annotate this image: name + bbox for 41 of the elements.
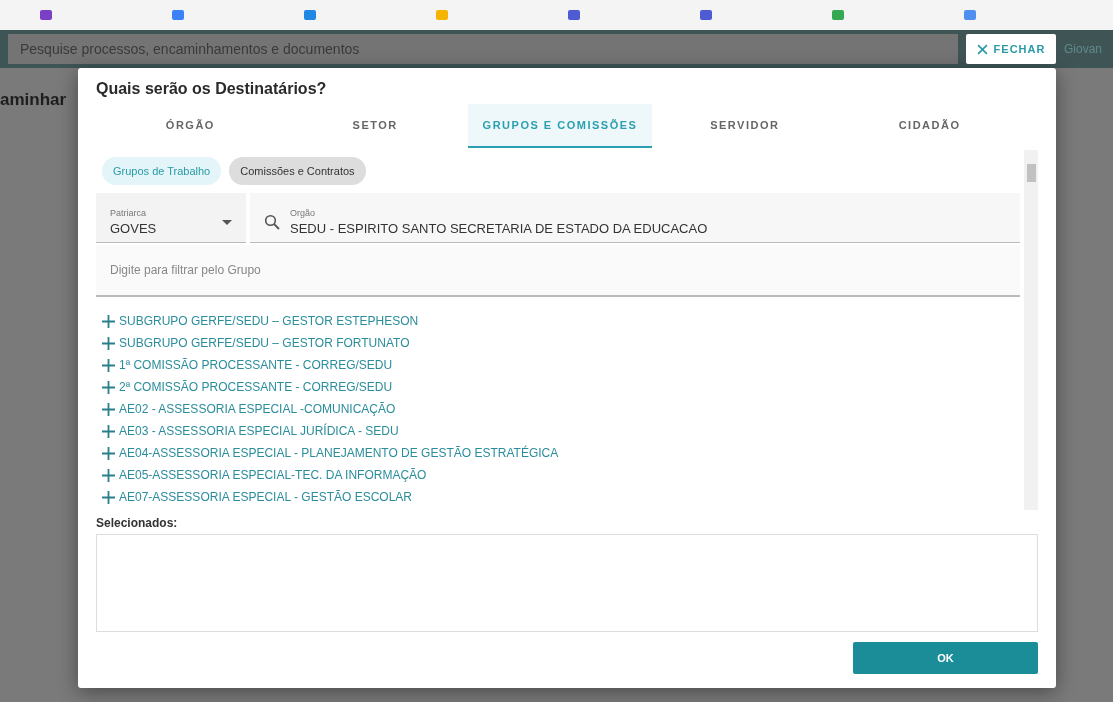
bookmark-icon[interactable] bbox=[304, 10, 316, 20]
plus-icon bbox=[102, 402, 115, 416]
plus-icon bbox=[102, 490, 115, 504]
group-item[interactable]: SUBGRUPO GERFE/SEDU – GESTOR FORTUNATO bbox=[102, 332, 1020, 354]
group-item[interactable]: AE04-ASSESSORIA ESPECIAL - PLANEJAMENTO DE GESTÃO ESTRATÉGICA bbox=[102, 442, 1020, 464]
group-item[interactable]: AE03 - ASSESSORIA ESPECIAL JURÍDICA - SEDU bbox=[102, 420, 1020, 442]
group-item[interactable]: SUBGRUPO GERFE/SEDU – GESTOR ESTEPHESON bbox=[102, 310, 1020, 332]
scrollbar[interactable] bbox=[1024, 150, 1038, 510]
search-icon bbox=[264, 214, 280, 230]
caret-icon bbox=[222, 219, 232, 225]
group-item[interactable]: 1ª COMISSÃO PROCESSANTE - CORREG/SEDU bbox=[102, 354, 1020, 376]
group-item[interactable]: AE05-ASSESSORIA ESPECIAL-TEC. DA INFORMAÇÃO bbox=[102, 464, 1020, 486]
filter-field[interactable]: Digite para filtrar pelo Grupo bbox=[96, 245, 1020, 297]
plus-icon bbox=[102, 336, 115, 350]
group-item[interactable]: 2ª COMISSÃO PROCESSANTE - CORREG/SEDU bbox=[102, 376, 1020, 398]
plus-icon bbox=[102, 380, 115, 394]
plus-icon bbox=[102, 446, 115, 460]
bookmark-icon[interactable] bbox=[40, 10, 52, 20]
plus-icon bbox=[102, 424, 115, 438]
bookmark-icon[interactable] bbox=[700, 10, 712, 20]
search-field[interactable]: Pesquise processos, encaminhamentos e documentos bbox=[8, 34, 958, 64]
dialog-title: Quais serão os Destinatários? bbox=[96, 80, 328, 98]
group-item[interactable]: AE07-ASSESSORIA ESPECIAL - GESTÃO ESCOLAR bbox=[102, 486, 1020, 508]
page-title: aminhar bbox=[0, 90, 68, 110]
ok-button[interactable]: OK bbox=[853, 642, 1038, 674]
selected-label: Selecionados: bbox=[96, 516, 179, 530]
close-icon bbox=[976, 43, 988, 55]
bookmark-icon[interactable] bbox=[568, 10, 580, 20]
plus-icon bbox=[102, 314, 115, 328]
bookmark-icon[interactable] bbox=[964, 10, 976, 20]
tab[interactable]: GRUPOS E COMISSÕES bbox=[467, 104, 653, 148]
orgao-field[interactable]: Orgão SEDU - ESPIRITO SANTO SECRETARIA DE ESTADO DA EDUCACAO bbox=[250, 193, 1020, 243]
filter-chip[interactable]: Grupos de Trabalho bbox=[102, 157, 222, 185]
filter-chip[interactable]: Comissões e Contratos bbox=[229, 157, 366, 185]
plus-icon bbox=[102, 358, 115, 372]
bookmark-icon[interactable] bbox=[832, 10, 844, 20]
plus-icon bbox=[102, 468, 115, 482]
bookmark-icon[interactable] bbox=[172, 10, 184, 20]
group-item[interactable]: AE02 - ASSESSORIA ESPECIAL -COMUNICAÇÃO bbox=[102, 398, 1020, 420]
patriarca-select[interactable]: Patriarca GOVES bbox=[96, 193, 246, 243]
close-button[interactable]: FECHAR bbox=[966, 34, 1056, 64]
